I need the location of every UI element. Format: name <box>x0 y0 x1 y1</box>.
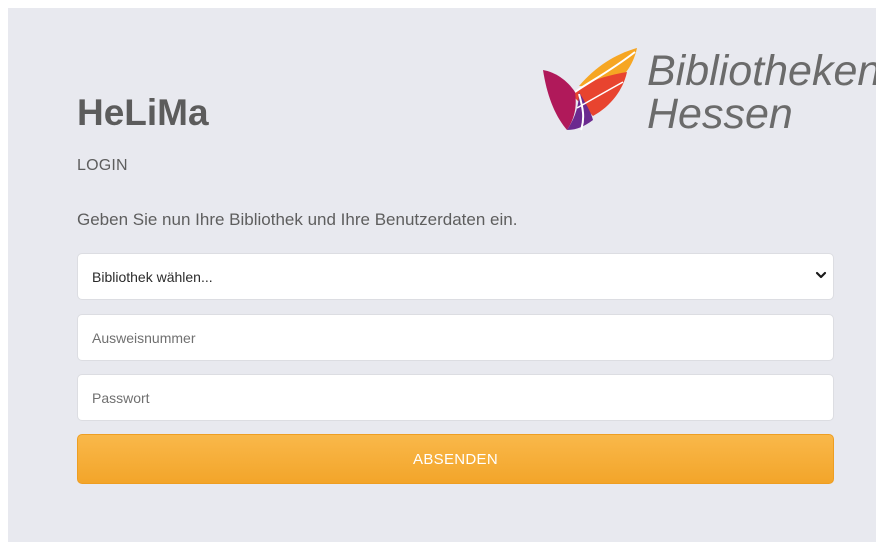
library-select-value: Bibliothek wählen... <box>92 268 213 285</box>
password-input[interactable]: Passwort <box>77 374 834 421</box>
instruction-text: Geben Sie nun Ihre Bibliothek und Ihre B… <box>77 210 518 229</box>
password-placeholder: Passwort <box>92 389 150 406</box>
logo-text-line1: Bibliotheken <box>647 47 876 95</box>
library-select[interactable]: Bibliothek wählen... <box>77 253 834 300</box>
logo-mark-icon <box>543 48 637 131</box>
card-number-input[interactable]: Ausweisnummer <box>77 314 834 361</box>
logo-text-line2: Hessen <box>647 90 793 138</box>
submit-button[interactable]: ABSENDEN <box>77 434 834 484</box>
chevron-down-icon <box>815 271 827 279</box>
card-number-placeholder: Ausweisnummer <box>92 329 196 346</box>
page-subtitle: LOGIN <box>77 157 128 174</box>
page-title: HeLiMa <box>77 92 209 133</box>
bibliotheken-hessen-logo: Bibliotheken Hessen <box>541 42 876 142</box>
login-panel: Bibliotheken Hessen HeLiMa LOGIN Geben S… <box>8 8 876 542</box>
